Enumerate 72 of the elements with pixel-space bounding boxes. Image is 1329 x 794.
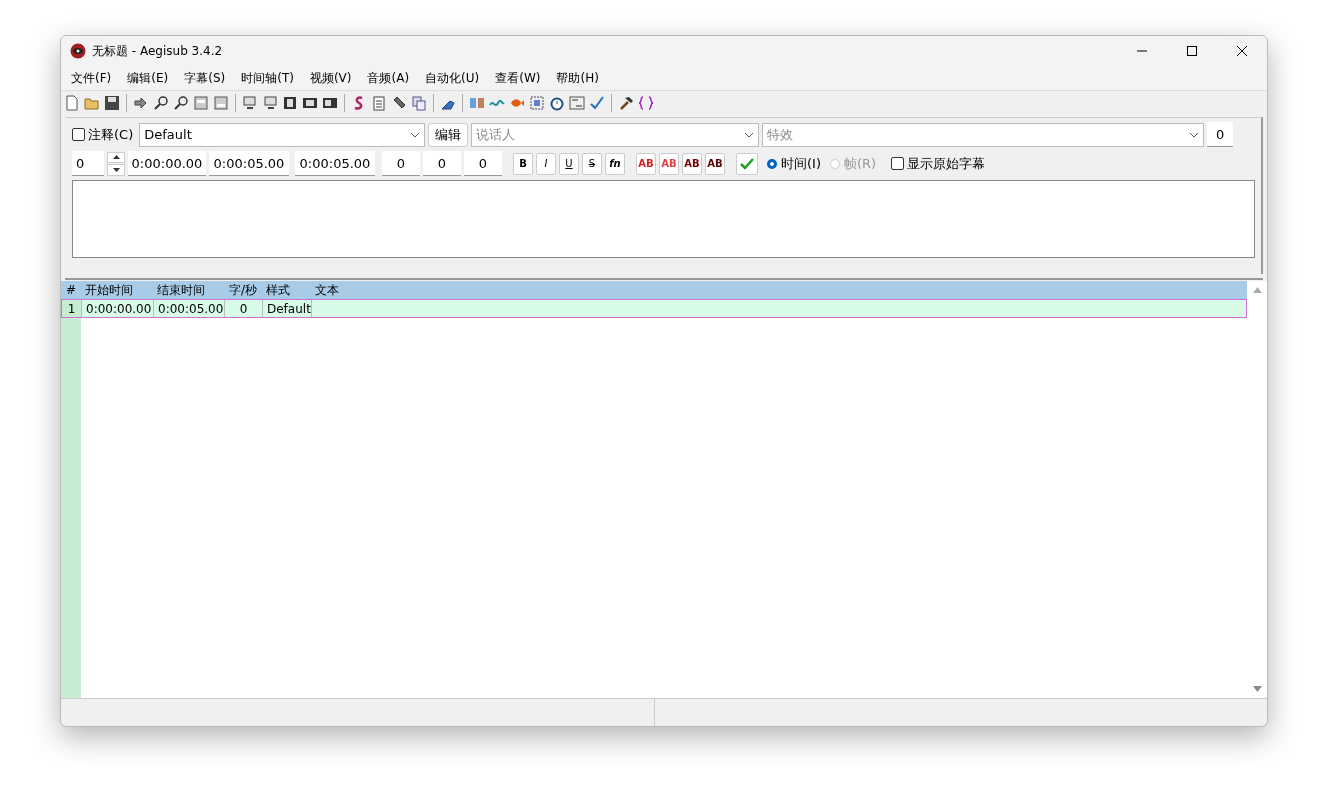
menu-item[interactable]: 文件(F) xyxy=(63,69,120,87)
app-logo-icon xyxy=(70,43,86,59)
checkbox-label: 显示原始字幕 xyxy=(907,154,986,173)
font-button[interactable]: fn xyxy=(605,152,625,175)
menu-item[interactable]: 帮助(H) xyxy=(548,69,607,87)
margin-field[interactable]: 0 xyxy=(464,151,502,176)
subtitle-text-input[interactable] xyxy=(72,180,1255,258)
start-time-field[interactable]: 0:00:00.00 xyxy=(128,151,206,176)
column-header[interactable]: 样式 xyxy=(262,281,311,299)
spin-up-icon[interactable] xyxy=(112,155,120,160)
table-cell: 0:00:00.00 xyxy=(82,300,154,317)
film-icon[interactable] xyxy=(282,94,298,111)
color-button[interactable]: AB xyxy=(682,152,702,175)
color-button[interactable]: AB xyxy=(636,152,656,175)
clipboard-icon[interactable] xyxy=(371,94,387,111)
table-cell: Default xyxy=(263,300,312,317)
table-cell: 0 xyxy=(225,300,263,317)
duration-field[interactable]: 0:00:05.00 xyxy=(295,151,375,176)
margin-field[interactable]: 0 xyxy=(382,151,420,176)
strikethrough-button[interactable]: S xyxy=(582,152,602,175)
table-cell: 1 xyxy=(62,300,82,317)
menu-item[interactable]: 时间轴(T) xyxy=(233,69,302,87)
color-button[interactable]: AB xyxy=(659,152,679,175)
end-time-field[interactable]: 0:00:05.00 xyxy=(209,151,289,176)
checkbox[interactable] xyxy=(72,128,85,141)
italic-button[interactable]: I xyxy=(536,152,556,175)
radio-button[interactable] xyxy=(767,158,777,169)
spin-down-icon[interactable] xyxy=(112,167,120,172)
style-dropdown[interactable]: Default xyxy=(139,122,426,147)
menu-item[interactable]: 视频(V) xyxy=(301,69,360,87)
underline-button[interactable]: U xyxy=(559,152,579,175)
bold-button[interactable]: B xyxy=(513,152,533,175)
character-count-field: 0 xyxy=(1207,122,1234,147)
column-header[interactable]: 结束时间 xyxy=(153,281,224,299)
hammer-icon[interactable] xyxy=(618,94,634,111)
checkmark-icon xyxy=(740,157,754,170)
radio-label: 时间(I) xyxy=(781,154,821,173)
radio-label: 帧(R) xyxy=(844,154,877,173)
menu-item[interactable]: 查看(W) xyxy=(487,69,549,87)
subtitle-row[interactable]: 1 0:00:00.00 0:00:05.00 0 Default xyxy=(61,299,1247,318)
actor-dropdown[interactable]: 说话人 xyxy=(471,122,760,147)
monitor-icon[interactable] xyxy=(242,94,258,111)
close-icon[interactable] xyxy=(1236,46,1248,56)
menu-item[interactable]: 字幕(S) xyxy=(176,69,234,87)
layer-field[interactable]: 0 xyxy=(72,151,104,176)
new-file-icon[interactable] xyxy=(64,94,80,111)
zoom-out-icon[interactable] xyxy=(173,94,189,111)
document-icon[interactable] xyxy=(213,94,229,111)
maximize-icon[interactable] xyxy=(1186,46,1198,56)
checkbox-label: 注释(C) xyxy=(88,125,134,144)
margin-field[interactable]: 0 xyxy=(423,151,461,176)
window-title: 无标题 - Aegisub 3.4.2 xyxy=(92,42,224,60)
menu-item[interactable]: 音频(A) xyxy=(359,69,418,87)
column-header[interactable]: 文本 xyxy=(311,281,1247,299)
column-header[interactable]: 字/秒 xyxy=(224,281,262,299)
effect-dropdown[interactable]: 特效 xyxy=(762,122,1205,147)
monitor-icon[interactable] xyxy=(262,94,278,111)
zoom-in-icon[interactable] xyxy=(153,94,169,111)
edit-button[interactable]: 编辑 xyxy=(428,122,469,147)
column-header[interactable]: 开始时间 xyxy=(81,281,153,299)
brace-icon[interactable] xyxy=(638,94,654,111)
copy-icon[interactable] xyxy=(411,94,427,111)
color-button[interactable]: AB xyxy=(705,152,725,175)
menu-item[interactable]: 自动化(U) xyxy=(417,69,488,87)
scroll-down-icon[interactable] xyxy=(1252,686,1262,692)
table-cell: 0:00:05.00 xyxy=(154,300,225,317)
pencil-icon[interactable] xyxy=(391,94,407,111)
save-icon[interactable] xyxy=(104,94,120,111)
menu-item[interactable]: 编辑(E) xyxy=(119,69,177,87)
checkbox[interactable] xyxy=(891,157,905,170)
column-header[interactable]: # xyxy=(61,281,81,299)
commit-button[interactable] xyxy=(736,152,758,175)
